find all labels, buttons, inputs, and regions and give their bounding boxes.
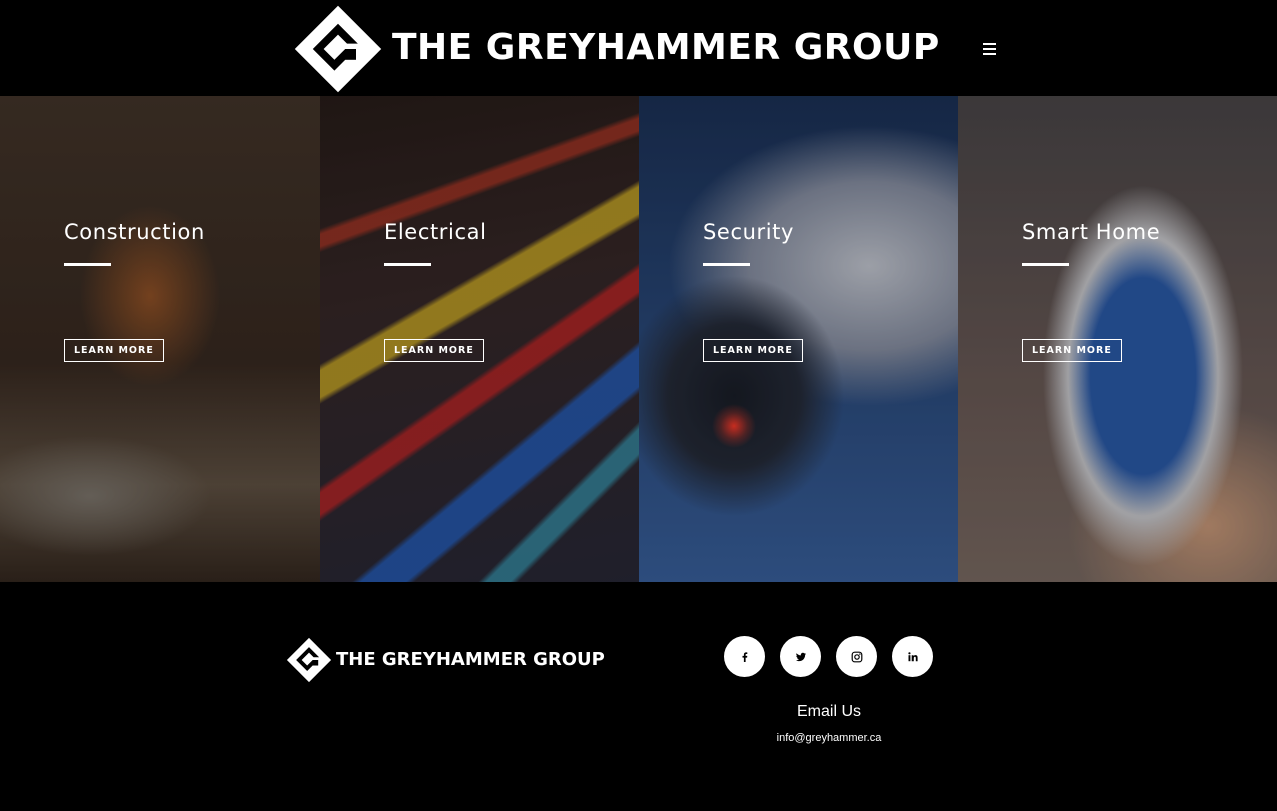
- panel-construction[interactable]: Construction LEARN MORE: [0, 96, 320, 582]
- facebook-icon[interactable]: [724, 636, 765, 677]
- site-footer: THE GREYHAMMER GROUP Email Us info@greyh…: [0, 582, 1277, 811]
- learn-more-button[interactable]: LEARN MORE: [384, 339, 484, 362]
- learn-more-button[interactable]: LEARN MORE: [64, 339, 164, 362]
- panel-title: Smart Home: [1022, 220, 1161, 244]
- footer-brand[interactable]: THE GREYHAMMER GROUP: [336, 648, 605, 672]
- panel-smart-home[interactable]: Smart Home LEARN MORE: [958, 96, 1277, 582]
- panel-title: Security: [703, 220, 795, 244]
- panel-title: Electrical: [384, 220, 487, 244]
- diamond-hammer-logo-icon[interactable]: [293, 4, 383, 94]
- site-header: THE GREYHAMMER GROUP: [0, 0, 1277, 96]
- title-underline: [703, 263, 750, 266]
- linkedin-icon[interactable]: [892, 636, 933, 677]
- panel-title: Construction: [64, 220, 205, 244]
- title-underline: [1022, 263, 1069, 266]
- title-underline: [64, 263, 111, 266]
- panel-security[interactable]: Security LEARN MORE: [639, 96, 958, 582]
- panel-electrical[interactable]: Electrical LEARN MORE: [320, 96, 639, 582]
- diamond-hammer-logo-icon[interactable]: [286, 637, 332, 683]
- service-panels: Construction LEARN MORE Electrical LEARN…: [0, 96, 1277, 582]
- site-title[interactable]: THE GREYHAMMER GROUP: [392, 24, 940, 72]
- hamburger-menu-icon[interactable]: [978, 38, 1000, 60]
- instagram-icon[interactable]: [836, 636, 877, 677]
- learn-more-button[interactable]: LEARN MORE: [1022, 339, 1122, 362]
- email-link[interactable]: info@greyhammer.ca: [729, 732, 929, 744]
- twitter-icon[interactable]: [780, 636, 821, 677]
- learn-more-button[interactable]: LEARN MORE: [703, 339, 803, 362]
- title-underline: [384, 263, 431, 266]
- email-heading: Email Us: [796, 703, 861, 720]
